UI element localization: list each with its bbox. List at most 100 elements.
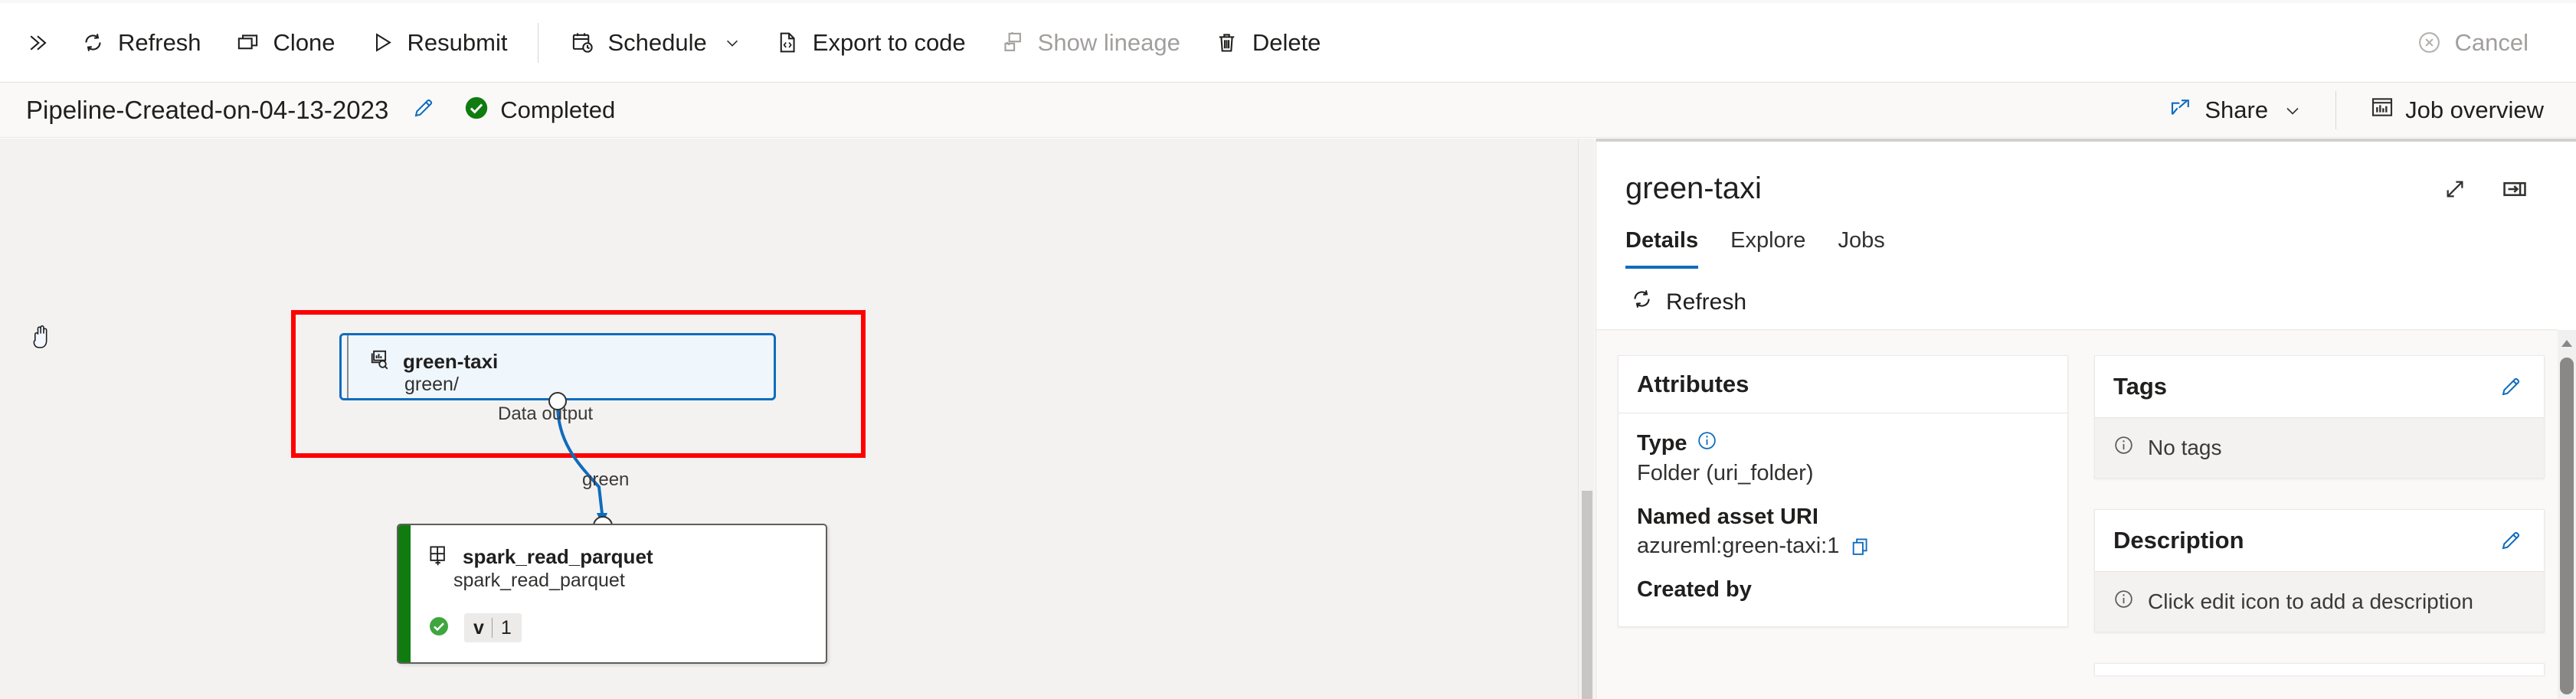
pipeline-node-spark-read-parquet[interactable]: spark_read_parquet spark_read_parquet v … bbox=[397, 524, 827, 664]
clone-icon bbox=[235, 30, 261, 56]
version-label: v bbox=[473, 616, 484, 639]
tab-label: Jobs bbox=[1838, 228, 1885, 253]
panel-refresh-label: Refresh bbox=[1666, 289, 1747, 315]
attribute-label-text: Type bbox=[1637, 431, 1687, 456]
pipeline-sub-header: Pipeline-Created-on-04-13-2023 Completed… bbox=[0, 83, 2576, 138]
card-title: Attributes bbox=[1637, 371, 1750, 397]
sub-header-divider bbox=[2335, 90, 2337, 129]
refresh-icon bbox=[80, 30, 106, 56]
version-chip[interactable]: v 1 bbox=[464, 613, 522, 642]
refresh-label: Refresh bbox=[118, 28, 201, 56]
attribute-label-text: Created by bbox=[1637, 577, 1752, 602]
description-card: Description Click edit icon to add a des… bbox=[2094, 509, 2545, 632]
cancel-label: Cancel bbox=[2454, 28, 2529, 56]
details-panel: green-taxi Details Explore Jobs Refresh … bbox=[1596, 139, 2576, 699]
edit-description-button[interactable] bbox=[2495, 524, 2527, 557]
clone-label: Clone bbox=[273, 28, 336, 56]
attribute-value-text: Folder (uri_folder) bbox=[1637, 461, 1814, 485]
delete-button[interactable]: Delete bbox=[1197, 18, 1338, 67]
scroll-up-caret-icon[interactable] bbox=[2561, 338, 2573, 351]
resubmit-button[interactable]: Resubmit bbox=[352, 18, 525, 67]
export-to-code-button[interactable]: Export to code bbox=[758, 18, 983, 67]
next-card-partial bbox=[2094, 663, 2545, 675]
scrollbar-track-upper bbox=[2558, 142, 2576, 330]
refresh-button[interactable]: Refresh bbox=[63, 18, 218, 67]
node-subtitle: spark_read_parquet bbox=[453, 570, 625, 591]
card-title: Tags bbox=[2113, 373, 2168, 400]
copy-icon[interactable] bbox=[1850, 536, 1871, 557]
node-accent-bar bbox=[398, 525, 411, 662]
attribute-row-created-by: Created by bbox=[1637, 577, 2049, 606]
schedule-button[interactable]: Schedule bbox=[552, 18, 757, 67]
info-circle-icon[interactable] bbox=[1697, 430, 1717, 457]
card-body: No tags bbox=[2095, 418, 2544, 478]
play-triangle-icon bbox=[369, 30, 395, 56]
version-number: 1 bbox=[500, 616, 512, 639]
details-panel-header-actions bbox=[2438, 172, 2532, 206]
attribute-label: Type bbox=[1637, 430, 2049, 457]
resubmit-label: Resubmit bbox=[407, 28, 508, 56]
clone-button[interactable]: Clone bbox=[218, 18, 352, 67]
tab-details[interactable]: Details bbox=[1625, 228, 1712, 269]
page-title: Pipeline-Created-on-04-13-2023 bbox=[26, 95, 389, 124]
node-title: spark_read_parquet bbox=[463, 545, 653, 568]
attribute-row-type: Type Folder (uri_folder) bbox=[1637, 430, 2049, 486]
double-chevron-right-icon[interactable] bbox=[17, 20, 58, 66]
tab-label: Details bbox=[1625, 228, 1699, 253]
details-panel-vertical-scrollbar[interactable] bbox=[2558, 142, 2576, 699]
attribute-value: azureml:green-taxi:1 bbox=[1637, 534, 2049, 559]
card-body: Type Folder (uri_folder) Named asset URI… bbox=[1619, 413, 2067, 626]
status-label: Completed bbox=[500, 96, 616, 123]
chevron-down-icon bbox=[724, 34, 741, 51]
pipeline-node-green-taxi[interactable]: green-taxi green/ bbox=[339, 333, 776, 400]
panel-refresh-button[interactable]: Refresh bbox=[1618, 282, 1759, 323]
card-header: Description bbox=[2095, 510, 2544, 572]
edit-name-button[interactable] bbox=[405, 92, 442, 129]
command-bar: Refresh Clone Resubmit Schedule Export t… bbox=[0, 3, 2576, 83]
node-title: green-taxi bbox=[403, 350, 499, 373]
node-footer: v 1 bbox=[427, 613, 522, 642]
card-header: Tags bbox=[2095, 356, 2544, 418]
status-badge: Completed bbox=[463, 95, 615, 125]
card-title: Description bbox=[2113, 527, 2244, 554]
attribute-row-named-asset-uri: Named asset URI azureml:green-taxi:1 bbox=[1637, 505, 2049, 559]
attribute-value: Folder (uri_folder) bbox=[1637, 461, 2049, 486]
details-panel-body: Attributes Type Folder (uri_folder) Name… bbox=[1596, 331, 2576, 699]
canvas-scroll-thumb[interactable] bbox=[1582, 491, 1592, 699]
info-circle-icon bbox=[2113, 589, 2134, 615]
job-overview-label: Job overview bbox=[2405, 96, 2544, 123]
tab-explore[interactable]: Explore bbox=[1730, 228, 1819, 269]
cancel-button: Cancel bbox=[2400, 18, 2546, 67]
attribute-label: Named asset URI bbox=[1637, 505, 2049, 530]
tags-empty-text: No tags bbox=[2148, 436, 2222, 459]
details-panel-toolbar: Refresh bbox=[1596, 275, 2576, 330]
scrollbar-thumb[interactable] bbox=[2560, 358, 2574, 694]
attribute-value-text: azureml:green-taxi:1 bbox=[1637, 534, 1840, 558]
checkmark-circle-icon bbox=[463, 95, 489, 125]
checkmark-circle-icon bbox=[427, 615, 450, 642]
calendar-clock-icon bbox=[569, 30, 595, 56]
chevron-down-icon bbox=[2283, 101, 2302, 119]
details-panel-title: green-taxi bbox=[1625, 171, 1762, 205]
tab-jobs[interactable]: Jobs bbox=[1838, 228, 1898, 269]
show-lineage-label: Show lineage bbox=[1037, 28, 1180, 56]
canvas-vertical-scrollbar[interactable] bbox=[1578, 139, 1595, 699]
attribute-label: Created by bbox=[1637, 577, 2049, 603]
collapse-panel-right-icon[interactable] bbox=[2498, 172, 2532, 206]
card-body: Click edit icon to add a description bbox=[2095, 572, 2544, 632]
grab-hand-cursor bbox=[29, 322, 55, 353]
node-header: spark_read_parquet bbox=[427, 544, 653, 570]
pipeline-canvas[interactable]: green-taxi green/ Data output green spar… bbox=[0, 139, 1595, 699]
attributes-card: Attributes Type Folder (uri_folder) Name… bbox=[1618, 355, 2068, 627]
trash-icon bbox=[1214, 30, 1240, 56]
pencil-icon bbox=[412, 96, 435, 123]
description-empty-text: Click edit icon to add a description bbox=[2148, 590, 2473, 613]
export-to-code-label: Export to code bbox=[812, 28, 966, 56]
tags-empty-state: No tags bbox=[2095, 418, 2544, 478]
share-button[interactable]: Share bbox=[2155, 89, 2316, 132]
component-grid-plus-icon bbox=[427, 544, 450, 570]
expand-diagonal-icon[interactable] bbox=[2438, 172, 2472, 206]
job-overview-button[interactable]: Job overview bbox=[2356, 89, 2558, 132]
edit-tags-button[interactable] bbox=[2495, 371, 2527, 403]
details-right-column: Tags No tags Description Click edit icon… bbox=[2094, 355, 2545, 699]
